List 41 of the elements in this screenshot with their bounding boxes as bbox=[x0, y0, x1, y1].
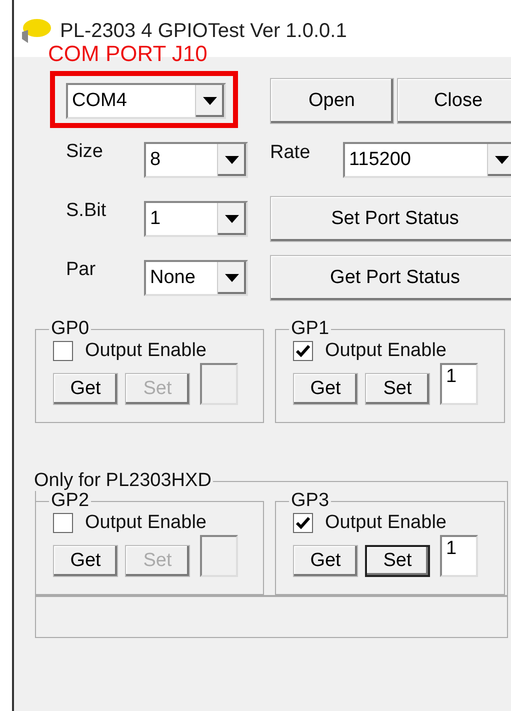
button[interactable]: Set bbox=[365, 373, 430, 405]
group-title: Only for PL2303HXD bbox=[33, 471, 212, 491]
group-title: GP3 bbox=[290, 491, 330, 511]
checkbox-label: Output Enable bbox=[325, 512, 446, 534]
group-title: GP0 bbox=[50, 319, 90, 339]
value-field[interactable]: 1 bbox=[440, 363, 478, 405]
dropdown[interactable]: None bbox=[144, 260, 248, 296]
dropdown[interactable]: 115200 bbox=[343, 142, 511, 178]
field-label: Size bbox=[66, 140, 104, 163]
caret-icon bbox=[203, 97, 217, 105]
button[interactable]: Get bbox=[293, 545, 358, 577]
button[interactable]: Get bbox=[53, 373, 118, 405]
caret-icon bbox=[225, 215, 239, 223]
checkbox-label: Output Enable bbox=[85, 512, 206, 534]
caret-icon bbox=[225, 274, 239, 282]
checkbox[interactable] bbox=[293, 513, 313, 533]
check-icon bbox=[296, 345, 310, 357]
button[interactable]: Set Port Status bbox=[270, 196, 511, 242]
group-title: GP2 bbox=[50, 491, 90, 511]
button[interactable]: Get bbox=[53, 545, 118, 577]
dropdown[interactable]: 1 bbox=[144, 201, 248, 237]
caret-icon bbox=[225, 156, 239, 164]
button[interactable]: Get bbox=[293, 373, 358, 405]
button[interactable]: Close bbox=[396, 78, 511, 124]
group-title: GP1 bbox=[290, 319, 330, 339]
checkbox[interactable] bbox=[53, 513, 73, 533]
dropdown[interactable]: COM4 bbox=[66, 83, 226, 119]
field-label: Rate bbox=[270, 142, 312, 164]
checkbox-label: Output Enable bbox=[85, 340, 206, 362]
dropdown[interactable]: 8 bbox=[144, 142, 248, 178]
checkbox[interactable] bbox=[53, 341, 73, 361]
checkbox[interactable] bbox=[293, 341, 313, 361]
button[interactable]: Open bbox=[270, 78, 394, 124]
field-label: S.Bit bbox=[66, 199, 108, 222]
value-field[interactable]: 1 bbox=[440, 535, 478, 577]
field-label: Par bbox=[66, 258, 97, 281]
checkbox-label: Output Enable bbox=[325, 340, 446, 362]
check-icon bbox=[296, 517, 310, 529]
button[interactable]: Get Port Status bbox=[270, 255, 511, 301]
button[interactable]: Set bbox=[365, 545, 430, 577]
caret-icon bbox=[495, 156, 509, 164]
